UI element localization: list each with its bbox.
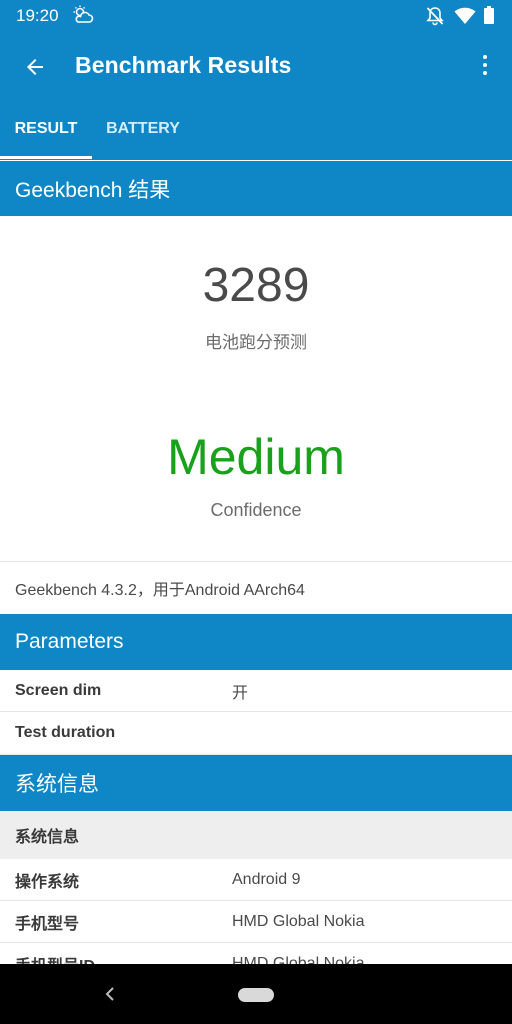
tab-result[interactable]: RESULT [0,114,92,160]
system-info-value: HMD Global Nokia [232,955,365,964]
score-card: 3289 电池跑分预测 Medium Confidence [0,216,512,561]
system-info-row-os: 操作系统 Android 9 [0,859,512,901]
battery-icon [484,6,494,24]
system-info-subheader: 系统信息 [0,811,512,859]
arrow-left-icon [27,59,43,75]
system-info-key: 手机型号ID [15,943,95,964]
system-info-key: 手机型号 [15,916,80,933]
system-info-key: 操作系统 [15,874,80,891]
notifications-off-icon [426,7,444,26]
confidence-label: Confidence [210,500,302,520]
system-info-header: 系统信息 [0,755,512,811]
status-time: 19:20 [16,6,59,25]
system-info-value: Android 9 [232,871,301,888]
wifi-icon [454,7,476,24]
back-button[interactable] [18,50,52,84]
system-info-row-model: 手机型号 HMD Global Nokia [0,901,512,943]
tab-indicator [0,156,92,159]
system-info-row-model-id: 手机型号ID HMD Global Nokia [0,943,512,964]
confidence-value: Medium [167,429,345,485]
parameter-value: 开 [232,685,249,702]
app-bar: Benchmark Results RESULT BATTERY [0,32,512,160]
navigation-bar [0,964,512,1024]
more-vert-icon-dot [483,63,487,67]
parameter-row-test-duration: Test duration [0,712,512,755]
tab-battery[interactable]: BATTERY [92,114,194,160]
page-title: Benchmark Results [75,52,292,78]
parameter-key: Screen dim [15,682,102,699]
geekbench-results-header: Geekbench 结果 [0,161,512,216]
more-vert-icon-dot [483,71,487,75]
parameter-row-screen-dim: Screen dim 开 [0,670,512,712]
parameters-header: Parameters [0,614,512,670]
battery-score: 3289 [202,259,310,312]
parameter-key: Test duration [15,724,116,741]
status-bar: 19:20 [0,0,512,32]
more-options-button[interactable] [472,50,498,80]
system-info-value: HMD Global Nokia [232,913,365,930]
battery-score-label: 电池跑分预测 [205,333,307,352]
nav-home-button[interactable] [238,988,274,1002]
weather-cloud-sun-icon [73,5,94,23]
nav-back-icon[interactable] [100,984,120,1004]
more-vert-icon [483,55,487,59]
geekbench-version: Geekbench 4.3.2，用于Android AArch64 [0,561,512,614]
